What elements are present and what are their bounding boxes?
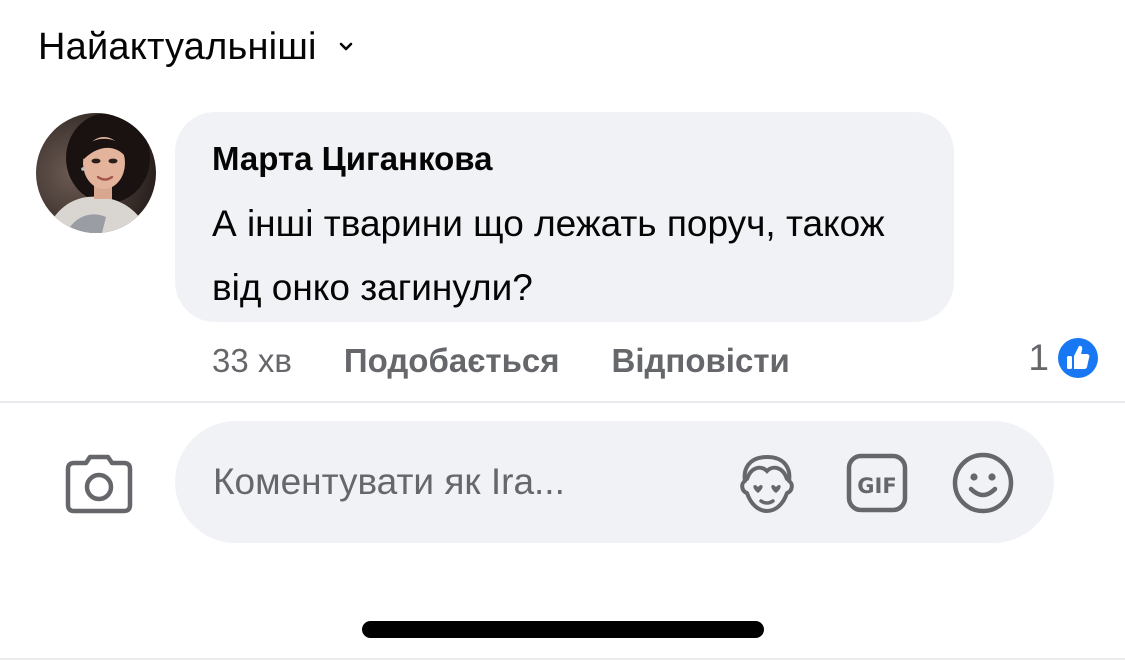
home-indicator[interactable] [362, 621, 764, 638]
camera-icon[interactable] [64, 453, 134, 515]
gif-icon: GIF [846, 453, 908, 513]
comment-actions: 33 хв Подобається Відповісти [212, 338, 842, 384]
emoji-icon[interactable] [949, 449, 1017, 517]
reaction-summary[interactable]: 1 [1028, 333, 1101, 383]
bottom-divider [0, 658, 1125, 660]
comment-bubble[interactable]: Марта Циганкова А інші тварини що лежать… [175, 112, 954, 322]
svg-text:GIF: GIF [857, 474, 896, 498]
comment-author[interactable]: Марта Циганкова [212, 140, 493, 178]
comment-input[interactable]: Коментувати як Ira... GIF [175, 421, 1054, 543]
like-icon [1056, 336, 1100, 380]
comment-text: А інші тварини що лежать поруч, також ві… [212, 203, 885, 308]
sort-label: Найактуальніші [38, 25, 317, 68]
reply-button[interactable]: Відповісти [611, 342, 789, 380]
sort-dropdown[interactable]: Найактуальніші [38, 22, 353, 72]
like-button[interactable]: Подобається [344, 342, 560, 380]
comment-input-placeholder: Коментувати як Ira... [213, 461, 565, 502]
avatar[interactable] [36, 113, 156, 233]
avatar-sticker-icon[interactable] [733, 449, 801, 517]
comment-timestamp[interactable]: 33 хв [212, 342, 292, 380]
reaction-count: 1 [1028, 337, 1049, 378]
chevron-down-icon [339, 42, 352, 51]
gif-button[interactable]: GIF [843, 449, 911, 517]
divider [0, 401, 1125, 403]
